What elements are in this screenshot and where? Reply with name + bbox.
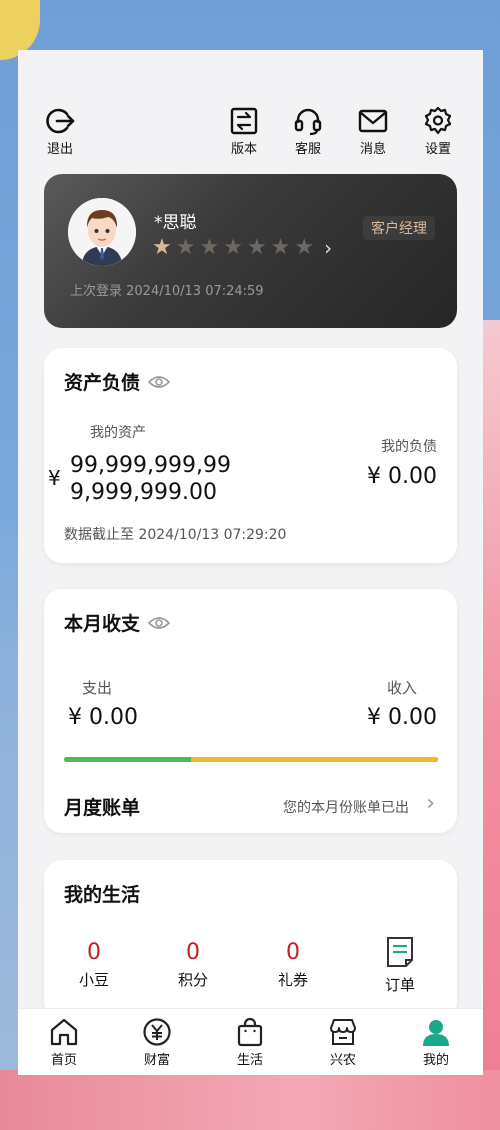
settings-label: 设置 xyxy=(424,142,451,157)
monthly-bill-title: 月度账单 xyxy=(64,797,141,819)
beans-label: 小豆 xyxy=(78,971,109,989)
yen-coin-icon xyxy=(143,1018,171,1046)
settings-button[interactable]: 设置 xyxy=(414,106,462,157)
assets-title: 资产负债 xyxy=(64,368,171,395)
nav-life-label: 生活 xyxy=(236,1053,263,1068)
star-icon: ★ xyxy=(223,235,243,260)
logout-label: 退出 xyxy=(46,142,73,157)
version-button[interactable]: 版本 xyxy=(220,106,268,157)
bottom-navigation: 首页 财富 生活 兴农 我的 xyxy=(18,1008,483,1075)
nav-agriculture-label: 兴农 xyxy=(329,1053,356,1068)
coupons-label: 礼券 xyxy=(277,971,308,989)
star-icon: ★ xyxy=(246,235,267,260)
nav-agriculture[interactable]: 兴农 xyxy=(313,1017,373,1068)
eye-icon[interactable] xyxy=(148,374,171,390)
coupons-item[interactable]: 0 礼券 xyxy=(263,940,323,990)
assets-value-line1: 99,999,999,99 xyxy=(70,453,231,478)
avatar-image xyxy=(68,198,136,266)
orders-label: 订单 xyxy=(384,976,415,994)
user-icon xyxy=(423,1020,449,1046)
beans-item[interactable]: 0 小豆 xyxy=(64,940,124,990)
monthly-income-expense-card: 本月收支 支出 ¥ 0.00 收入 ¥ 0.00 月度账单 您的本月份账单已出 … xyxy=(44,589,457,833)
income-value[interactable]: ¥ 0.00 xyxy=(367,705,437,730)
assets-title-text: 资产负债 xyxy=(64,372,141,394)
assets-value-line2: 9,999,999.00 xyxy=(70,480,217,505)
nav-life[interactable]: 生活 xyxy=(220,1017,280,1068)
my-life-card: 我的生活 0 小豆 0 积分 0 礼券 订单 xyxy=(44,860,457,1020)
star-icon: ★ xyxy=(175,235,196,260)
shop-icon xyxy=(330,1019,356,1045)
headset-icon xyxy=(294,108,322,136)
data-as-of-text: 数据截止至 2024/10/13 07:29:20 xyxy=(64,527,287,543)
life-title: 我的生活 xyxy=(64,884,141,906)
beans-value: 0 xyxy=(87,940,101,965)
nav-wealth[interactable]: 财富 xyxy=(127,1017,187,1068)
version-icon xyxy=(230,107,258,135)
assets-value[interactable]: 99,999,999,99 9,999,999.00 xyxy=(70,452,231,506)
background-decoration-bottom xyxy=(0,1070,500,1130)
chevron-right-icon: › xyxy=(324,236,333,260)
order-list-icon xyxy=(387,937,413,967)
nav-mine[interactable]: 我的 xyxy=(406,1017,466,1068)
user-name: *思聪 xyxy=(154,213,197,233)
expense-label: 支出 xyxy=(82,679,113,697)
star-icon: ★ xyxy=(152,235,172,260)
income-bar-segment xyxy=(191,757,438,762)
top-toolbar: 退出 版本 客服 消息 设置 xyxy=(18,50,483,170)
points-label: 积分 xyxy=(177,971,208,989)
logout-icon xyxy=(46,108,75,134)
account-manager-button[interactable]: 客户经理 xyxy=(363,216,435,240)
service-button[interactable]: 客服 xyxy=(284,106,332,157)
rating-stars[interactable]: ★ ★ ★ ★ ★ ★ ★ › xyxy=(152,236,332,260)
assets-liabilities-card: 资产负债 我的资产 ¥ 99,999,999,99 9,999,999.00 我… xyxy=(44,348,457,563)
assets-currency: ¥ xyxy=(48,466,61,490)
star-icon: ★ xyxy=(270,235,291,260)
nav-mine-label: 我的 xyxy=(422,1053,449,1068)
points-item[interactable]: 0 积分 xyxy=(163,940,223,990)
messages-button[interactable]: 消息 xyxy=(349,106,397,157)
last-login-text: 上次登录 2024/10/13 07:24:59 xyxy=(70,284,264,299)
version-label: 版本 xyxy=(230,142,257,157)
profile-card[interactable]: *思聪 ★ ★ ★ ★ ★ ★ ★ › 客户经理 上次登录 2024/10/13… xyxy=(44,174,457,328)
shopping-bag-icon xyxy=(237,1017,263,1047)
nav-home-label: 首页 xyxy=(50,1053,77,1068)
my-assets-label: 我的资产 xyxy=(90,425,146,441)
expense-value[interactable]: ¥ 0.00 xyxy=(68,705,138,730)
home-icon xyxy=(50,1018,78,1046)
logout-button[interactable]: 退出 xyxy=(36,106,84,157)
monthly-bill-row[interactable]: 月度账单 您的本月份账单已出 › xyxy=(44,785,457,829)
liabilities-value[interactable]: ¥ 0.00 xyxy=(367,464,437,489)
service-label: 客服 xyxy=(294,142,321,157)
points-value: 0 xyxy=(186,940,200,965)
star-icon: ★ xyxy=(199,235,220,260)
expense-bar-segment xyxy=(64,757,192,762)
income-expense-bar xyxy=(64,757,438,762)
nav-home[interactable]: 首页 xyxy=(34,1017,94,1068)
my-liabilities-label: 我的负债 xyxy=(381,439,437,455)
coupons-value: 0 xyxy=(286,940,300,965)
star-icon: ★ xyxy=(294,235,315,260)
monthly-title-text: 本月收支 xyxy=(64,613,141,635)
mail-icon xyxy=(358,109,388,133)
monthly-title: 本月收支 xyxy=(64,609,171,636)
income-label: 收入 xyxy=(386,679,417,697)
eye-icon[interactable] xyxy=(148,615,171,631)
avatar[interactable] xyxy=(68,198,136,266)
messages-label: 消息 xyxy=(359,142,386,157)
gear-icon xyxy=(424,106,452,135)
app-screen: 退出 版本 客服 消息 设置 *思聪 ★ ★ ★ ★ ★ ★ ★ › 客户经理 … xyxy=(18,50,483,1075)
nav-wealth-label: 财富 xyxy=(143,1053,170,1068)
chevron-right-icon: › xyxy=(426,791,435,816)
orders-item[interactable]: 订单 xyxy=(370,936,430,995)
monthly-bill-hint: 您的本月份账单已出 xyxy=(283,800,409,816)
